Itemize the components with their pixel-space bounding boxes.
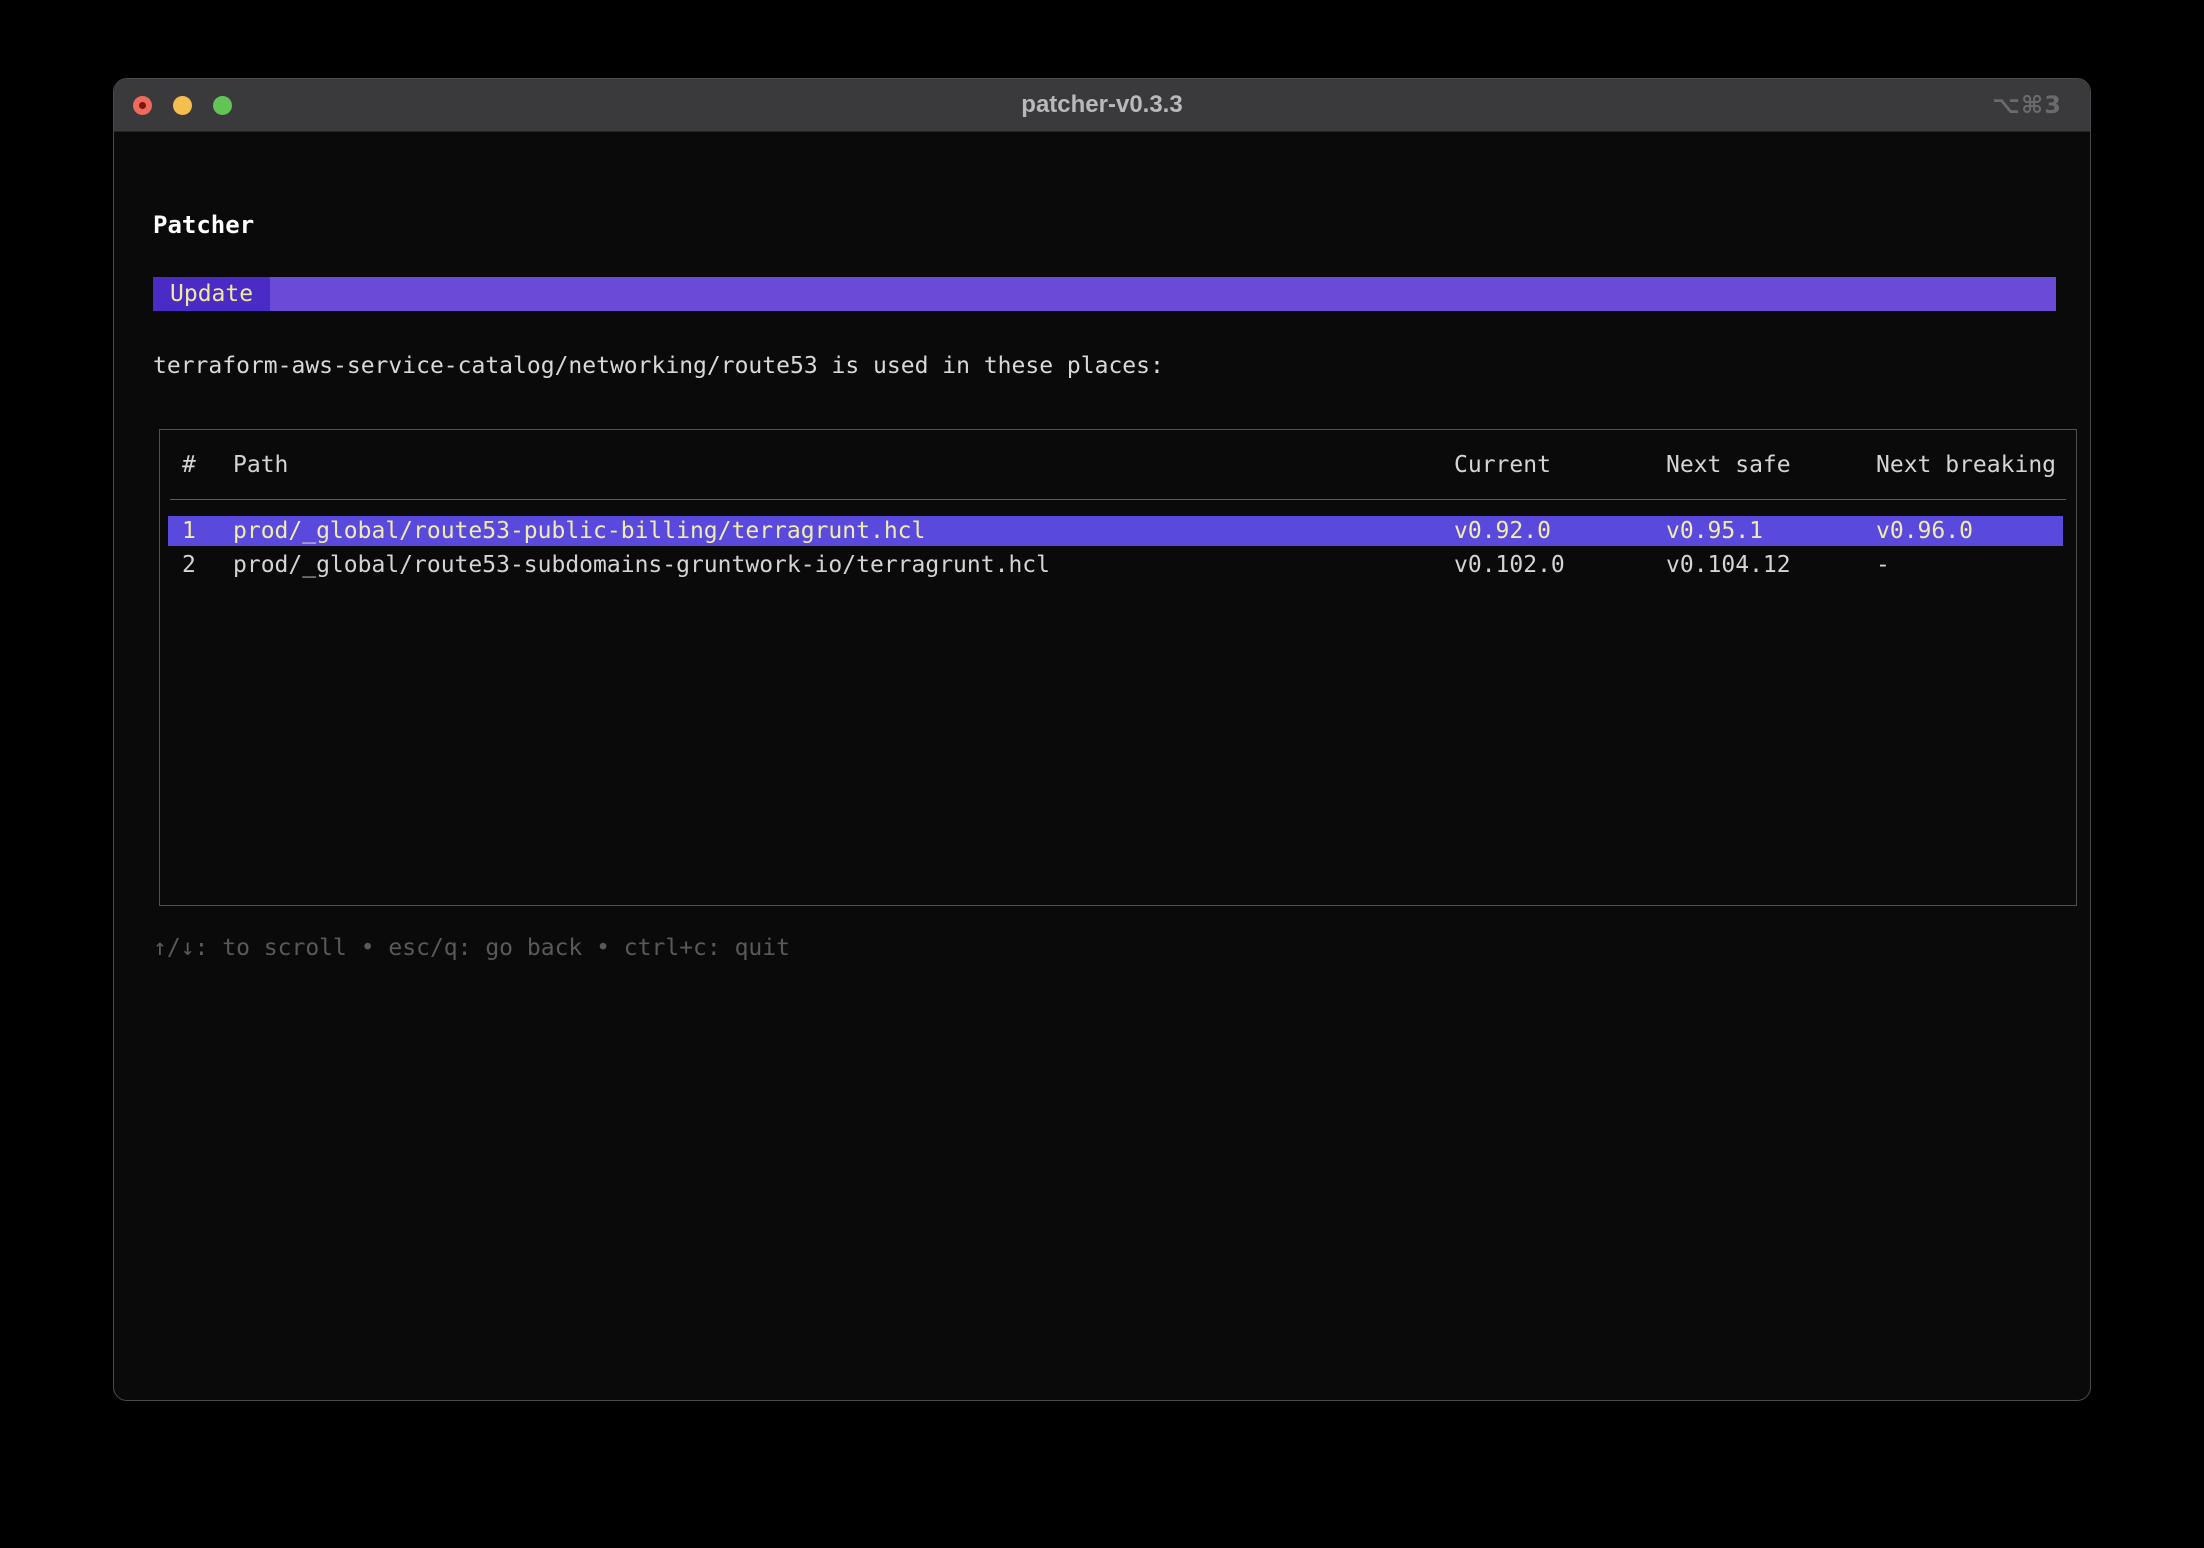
row-next-safe: v0.104.12 — [1666, 548, 1876, 582]
table-header-next-breaking: Next breaking — [1876, 452, 2076, 478]
row-path: prod/_global/route53-public-billing/terr… — [233, 514, 1454, 548]
row-path: prod/_global/route53-subdomains-gruntwor… — [233, 548, 1454, 582]
table-header-number: # — [182, 452, 233, 478]
table-header-current: Current — [1454, 452, 1666, 478]
table-header: # Path Current Next safe Next breaking — [160, 450, 2076, 480]
help-bar: ↑/↓: to scroll • esc/q: go back • ctrl+c… — [153, 933, 790, 963]
tab-bar: Update — [153, 277, 2056, 311]
page-title: Patcher — [153, 210, 254, 240]
table-header-path: Path — [233, 452, 1454, 478]
window-shortcut-badge: ⌥⌘3 — [1992, 91, 2062, 119]
row-current: v0.102.0 — [1454, 548, 1666, 582]
table-header-next-safe: Next safe — [1666, 452, 1876, 478]
table-header-divider — [170, 499, 2066, 500]
usage-table: # Path Current Next safe Next breaking 1… — [159, 429, 2077, 906]
row-next-safe: v0.95.1 — [1666, 514, 1876, 548]
row-number: 2 — [182, 548, 233, 582]
window-titlebar[interactable]: patcher-v0.3.3 ⌥⌘3 — [114, 79, 2090, 132]
row-number: 1 — [182, 514, 233, 548]
row-next-breaking: - — [1876, 548, 2076, 582]
terminal-window: patcher-v0.3.3 ⌥⌘3 Patcher Update terraf… — [113, 78, 2091, 1401]
row-current: v0.92.0 — [1454, 514, 1666, 548]
window-title: patcher-v0.3.3 — [114, 91, 2090, 119]
table-row[interactable]: 2 prod/_global/route53-subdomains-gruntw… — [160, 548, 2076, 582]
tui-content: Patcher Update terraform-aws-service-cat… — [114, 132, 2090, 1400]
usage-description: terraform-aws-service-catalog/networking… — [153, 351, 1164, 381]
tab-update[interactable]: Update — [153, 277, 270, 311]
row-next-breaking: v0.96.0 — [1876, 514, 2076, 548]
table-rows: 1 prod/_global/route53-public-billing/te… — [160, 514, 2076, 582]
table-row[interactable]: 1 prod/_global/route53-public-billing/te… — [160, 514, 2076, 548]
